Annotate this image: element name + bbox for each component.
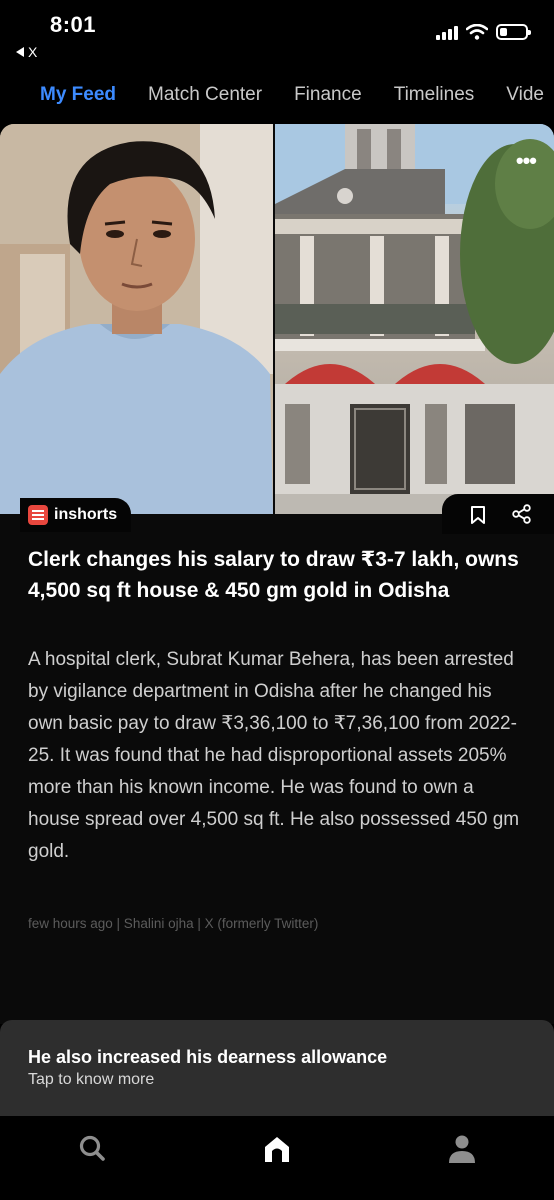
tab-videos[interactable]: Vide	[506, 84, 544, 106]
tab-finance[interactable]: Finance	[294, 84, 362, 106]
card-actions	[442, 494, 554, 534]
bottom-navigation	[0, 1116, 554, 1200]
source-logo: inshorts	[20, 498, 132, 532]
tab-my-feed[interactable]: My Feed	[40, 84, 116, 106]
source-brand-label: inshorts	[54, 506, 118, 523]
more-dots-icon[interactable]: •••	[516, 148, 537, 174]
back-arrow-icon	[16, 47, 24, 57]
profile-icon[interactable]	[448, 1134, 476, 1164]
wifi-icon	[466, 24, 488, 40]
banner-title: He also increased his dearness allowance	[28, 1047, 388, 1067]
search-icon[interactable]	[78, 1134, 106, 1162]
banner-subtitle: Tap to know more	[28, 1071, 155, 1088]
inshorts-logo-icon	[28, 505, 48, 525]
bookmark-icon[interactable]	[470, 506, 486, 524]
cellular-signal-icon	[436, 24, 458, 40]
article-headline: Clerk changes his salary to draw ₹3-7 la…	[28, 548, 519, 602]
status-icons	[436, 24, 531, 40]
battery-icon	[496, 24, 531, 40]
tab-match-center[interactable]: Match Center	[148, 84, 262, 106]
category-tabs: My Feed Match Center Finance Timelines V…	[40, 84, 554, 106]
article-body: A hospital clerk, Subrat Kumar Behera, h…	[28, 649, 520, 862]
back-app-label: X	[28, 44, 38, 60]
status-bar: 8:01 X	[0, 0, 554, 70]
home-icon[interactable]	[262, 1134, 292, 1164]
news-card[interactable]: ••• inshorts Clerk changes his salary to…	[0, 124, 554, 1024]
tab-timelines[interactable]: Timelines	[394, 84, 475, 106]
status-time: 8:01	[50, 12, 97, 37]
share-icon[interactable]	[512, 504, 532, 524]
back-to-app-button[interactable]: X	[16, 44, 37, 60]
article-meta[interactable]: few hours ago | Shalini ojha | X (former…	[28, 916, 318, 931]
house-photo: •••	[275, 124, 554, 514]
person-photo	[0, 124, 273, 514]
know-more-banner[interactable]: He also increased his dearness allowance…	[0, 1020, 554, 1116]
